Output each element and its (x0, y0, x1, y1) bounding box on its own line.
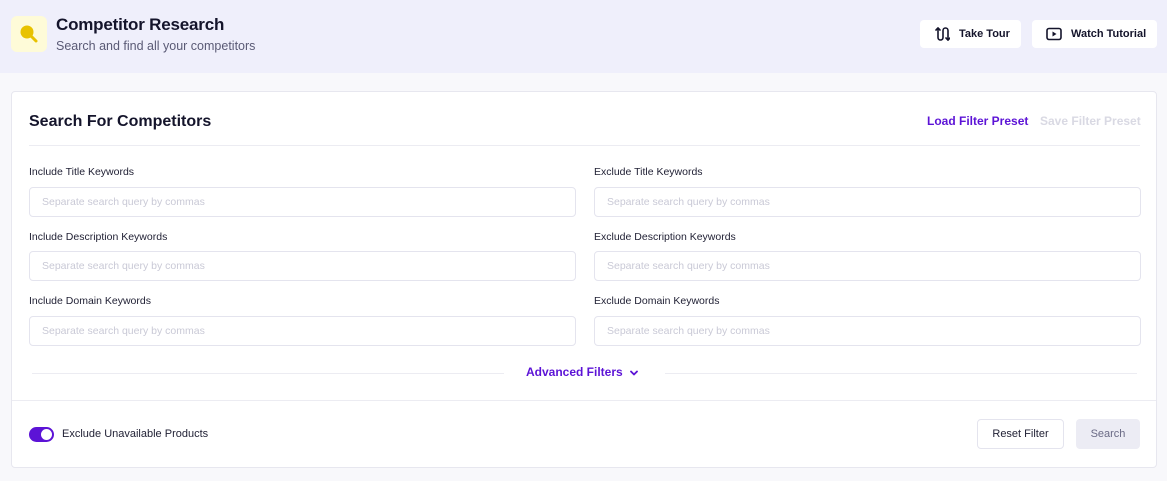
reset-filter-button[interactable]: Reset Filter (977, 419, 1064, 449)
take-tour-button[interactable]: Take Tour (920, 20, 1021, 48)
search-button[interactable]: Search (1076, 419, 1140, 449)
advanced-filters-label: Advanced Filters (526, 365, 623, 379)
exclude-unavailable-label: Exclude Unavailable Products (62, 428, 209, 440)
card-title: Search For Competitors (29, 113, 212, 130)
page-title: Competitor Research (56, 15, 225, 34)
video-play-icon (1046, 26, 1062, 42)
page-subtitle: Search and find all your competitors (56, 39, 256, 53)
include-domain-label: Include Domain Keywords (29, 295, 151, 307)
app-logo (11, 16, 47, 52)
page-header: Competitor Research Search and find all … (0, 0, 1167, 73)
include-title-input[interactable] (29, 187, 576, 217)
divider (12, 400, 1156, 401)
advanced-filters-toggle[interactable]: Advanced Filters (526, 365, 639, 379)
include-description-label: Include Description Keywords (29, 231, 168, 243)
advanced-divider-left (32, 373, 504, 374)
exclude-unavailable-toggle[interactable] (29, 427, 54, 442)
include-domain-input[interactable] (29, 316, 576, 346)
include-title-label: Include Title Keywords (29, 166, 135, 178)
include-description-input[interactable] (29, 251, 576, 281)
chevron-down-icon (629, 367, 639, 377)
load-filter-preset-link[interactable]: Load Filter Preset (927, 114, 1028, 128)
exclude-description-input[interactable] (594, 251, 1141, 281)
watch-tutorial-button[interactable]: Watch Tutorial (1032, 20, 1157, 48)
toggle-knob (41, 429, 52, 440)
exclude-domain-input[interactable] (594, 316, 1141, 346)
save-filter-preset-link[interactable]: Save Filter Preset (1040, 114, 1141, 128)
divider (29, 145, 1140, 146)
advanced-divider-right (665, 373, 1137, 374)
take-tour-label: Take Tour (959, 28, 1010, 40)
exclude-title-label: Exclude Title Keywords (594, 166, 703, 178)
watch-tutorial-label: Watch Tutorial (1071, 28, 1147, 40)
route-icon (934, 26, 951, 42)
exclude-title-input[interactable] (594, 187, 1141, 217)
magnifier-icon (20, 25, 38, 43)
exclude-domain-label: Exclude Domain Keywords (594, 295, 720, 307)
exclude-description-label: Exclude Description Keywords (594, 231, 736, 243)
search-card: Search For Competitors Load Filter Prese… (11, 91, 1157, 468)
